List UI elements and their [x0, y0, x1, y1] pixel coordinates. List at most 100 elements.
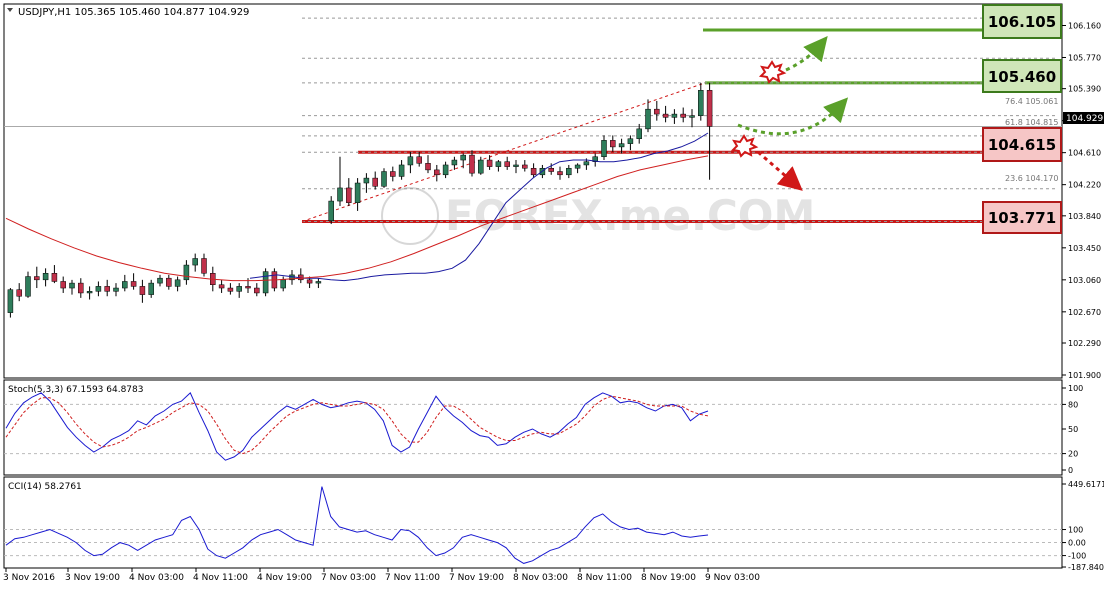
candle-body: [130, 281, 137, 287]
candle-body: [328, 200, 334, 222]
candle-body: [706, 90, 713, 127]
current-price-marker: 104.929: [1063, 112, 1104, 124]
candle-body: [522, 164, 528, 169]
candle-body: [469, 154, 475, 174]
candle-body: [381, 171, 387, 187]
price-tick-label: 103.840: [1068, 212, 1101, 221]
time-tick-label: 4 Nov 11:00: [193, 573, 248, 583]
price-tick-label: 104.220: [1068, 181, 1101, 190]
level-text-104615: 104.615: [988, 136, 1056, 154]
candle-body: [636, 128, 642, 139]
price-tick-label: 102.670: [1068, 308, 1101, 317]
candle-body: [645, 108, 651, 130]
time-tick-label: 7 Nov 11:00: [385, 573, 440, 583]
candle-body: [398, 164, 405, 177]
level-text-106105: 106.105: [988, 13, 1056, 31]
candle-body: [671, 113, 678, 118]
time-tick-label: 4 Nov 19:00: [257, 573, 312, 583]
candle-body: [157, 277, 163, 284]
candle-body: [460, 154, 466, 161]
level-label-105460: 105.460: [982, 59, 1062, 93]
candle-body: [416, 156, 422, 164]
candle-body: [148, 282, 154, 295]
candle-body: [42, 273, 49, 281]
stoch-tick-label: 20: [1068, 450, 1078, 459]
fib-label-618: 61.8 104.815: [1005, 118, 1058, 127]
watermark-text: FOREX.me.COM: [445, 191, 815, 240]
candle-body: [192, 258, 198, 266]
candle-body: [139, 286, 146, 295]
candle-body: [16, 289, 22, 297]
candle-body: [25, 276, 31, 297]
candle-body: [104, 286, 110, 292]
candle-body: [390, 171, 396, 177]
candle-body: [122, 281, 128, 289]
stoch-tick-label: 100: [1068, 384, 1083, 393]
candle-body: [262, 271, 269, 294]
candle-body: [34, 276, 40, 281]
candle-body: [557, 171, 563, 176]
candle-body: [245, 286, 251, 289]
price-tick-label: 106.160: [1068, 21, 1101, 30]
candle-body: [478, 159, 484, 174]
candle-body: [218, 284, 225, 289]
candle-body: [86, 291, 93, 294]
cci-header: CCI(14) 58.2761: [8, 482, 82, 492]
time-tick-label: 7 Nov 03:00: [321, 573, 376, 583]
candle-body: [495, 161, 502, 167]
level-label-106105: 106.105: [982, 4, 1062, 39]
cci-tick-label: 449.6171: [1068, 480, 1104, 489]
candle-body: [407, 156, 414, 166]
candle-body: [451, 159, 458, 166]
cci-tick-label: 100: [1068, 526, 1083, 535]
stoch-tick-label: 0: [1068, 466, 1073, 475]
candle-body: [166, 277, 172, 287]
candle-body: [698, 90, 704, 116]
time-tick-label: 8 Nov 19:00: [641, 573, 696, 583]
fib-label-764: 76.4 105.061: [1005, 97, 1058, 106]
candle-body: [434, 169, 440, 176]
price-tick-label: 103.450: [1068, 244, 1101, 253]
candle-body: [236, 286, 242, 292]
cci-tick-label: 0.00: [1068, 539, 1086, 548]
price-tick-label: 104.610: [1068, 149, 1101, 158]
candle-body: [654, 108, 660, 115]
time-tick-label: 9 Nov 03:00: [705, 573, 760, 583]
fib-label-236: 23.6 104.170: [1005, 174, 1058, 183]
stoch-panel-frame: [3, 379, 1063, 476]
candle-body: [315, 281, 322, 284]
price-tick-label: 101.900: [1068, 371, 1101, 380]
candle-body: [363, 177, 370, 184]
candle-body: [174, 279, 181, 287]
candle-body: [354, 182, 361, 203]
candle-body: [201, 258, 207, 274]
candle-body: [513, 164, 519, 167]
candle-body: [618, 143, 625, 148]
candle-body: [566, 167, 572, 176]
candle-body: [601, 140, 607, 158]
candle-body: [662, 113, 669, 118]
time-tick-label: 7 Nov 19:00: [449, 573, 504, 583]
candle-body: [7, 289, 14, 313]
candle-body: [548, 167, 554, 172]
time-tick-label: 3 Nov 19:00: [65, 573, 120, 583]
cci-tick-label: -100: [1068, 552, 1086, 561]
candle-body: [504, 161, 510, 167]
candle-body: [337, 187, 343, 202]
main-header: USDJPY,H1 105.365 105.460 104.877 104.92…: [18, 7, 249, 18]
candle-body: [51, 273, 58, 282]
candle-body: [442, 164, 449, 176]
time-tick-label: 4 Nov 03:00: [129, 573, 184, 583]
chart-root: FOREX.me.COM 106.160105.770105.390105.00…: [0, 0, 1104, 588]
level-label-104615: 104.615: [982, 127, 1062, 162]
candle-body: [183, 264, 190, 281]
candle-body: [78, 282, 84, 294]
stoch-tick-label: 50: [1068, 425, 1078, 434]
candle-body: [627, 138, 634, 144]
xaxis-layer: 3 Nov 2016 3 Nov 19:00 4 Nov 03:00 4 Nov 11…: [3, 568, 760, 583]
candle-body: [69, 282, 75, 289]
price-tick-label: 102.290: [1068, 339, 1101, 348]
candle-body: [280, 279, 286, 289]
level-label-103771: 103.771: [982, 201, 1062, 234]
candle-body: [227, 287, 234, 292]
